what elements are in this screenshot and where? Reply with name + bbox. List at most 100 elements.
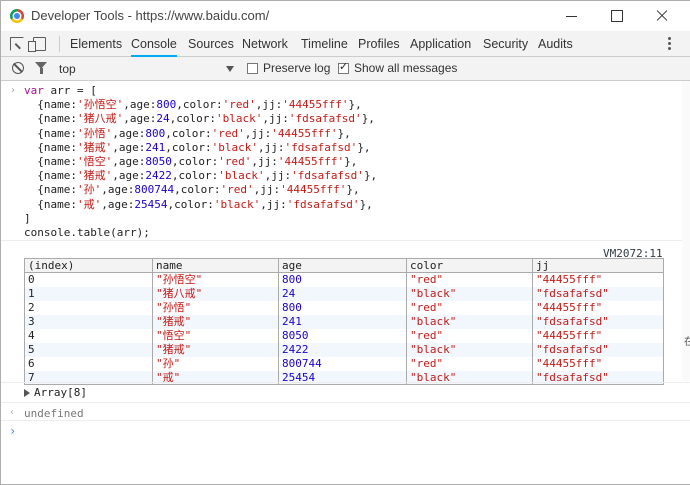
cell-name: "孙" <box>152 356 279 371</box>
tab-security[interactable]: Security <box>483 31 528 57</box>
code-line: {name:'猪戒',age:2422,color:'black',jj:'fd… <box>24 169 378 183</box>
device-toolbar-icon[interactable] <box>28 37 46 52</box>
cell-jj: "44455fff" <box>532 356 664 371</box>
result-value: undefined <box>24 407 84 420</box>
context-selector[interactable]: top <box>53 58 243 80</box>
cell-age: 800 <box>278 300 407 315</box>
code-line: {name:'孙悟',age:800,color:'red',jj:'44455… <box>24 126 351 140</box>
tab-application[interactable]: Application <box>410 31 471 57</box>
code-line: {name:'猪戒',age:241,color:'black',jj:'fds… <box>24 140 371 154</box>
table-row[interactable]: 2 "孙悟" 800 "red" "44455fff" <box>24 300 664 315</box>
column-header-name[interactable]: name <box>152 258 279 273</box>
cell-jj: "fdsafafsd" <box>532 314 664 329</box>
chrome-logo-icon <box>10 9 24 23</box>
toolbar-divider <box>59 36 60 52</box>
table-row[interactable]: 4 "悟空" 8050 "red" "44455fff" <box>24 328 664 343</box>
table-row[interactable]: 6 "孙" 800744 "red" "44455fff" <box>24 356 664 371</box>
clear-console-icon[interactable] <box>12 62 24 74</box>
minimize-button[interactable] <box>549 1 594 31</box>
table-row[interactable]: 3 "猪戒" 241 "black" "fdsafafsd" <box>24 314 664 329</box>
column-header-jj[interactable]: jj <box>532 258 664 273</box>
tab-profiles[interactable]: Profiles <box>358 31 400 57</box>
code-line: {name:'悟空',age:8050,color:'red',jj:'4445… <box>24 155 358 168</box>
cell-index: 1 <box>24 286 153 301</box>
window-title: Developer Tools - https://www.baidu.com/ <box>31 8 270 23</box>
devtools-window: Developer Tools - https://www.baidu.com/… <box>0 0 690 485</box>
message-divider <box>1 240 690 241</box>
cell-index: 5 <box>24 342 153 357</box>
message-divider <box>1 382 690 383</box>
console-prompt-icon[interactable]: › <box>9 424 16 438</box>
cell-jj: "fdsafafsd" <box>532 342 664 357</box>
cell-age: 241 <box>278 314 407 329</box>
message-divider <box>1 402 690 403</box>
cell-color: "black" <box>406 342 533 357</box>
cell-index: 4 <box>24 328 153 343</box>
cell-color: "black" <box>406 286 533 301</box>
table-row[interactable]: 1 "猪八戒" 24 "black" "fdsafafsd" <box>24 286 664 301</box>
chevron-down-icon <box>226 66 234 72</box>
title-bar: Developer Tools - https://www.baidu.com/ <box>1 1 690 31</box>
tab-timeline[interactable]: Timeline <box>301 31 348 57</box>
column-header-age[interactable]: age <box>278 258 407 273</box>
table-row[interactable]: 0 "孙悟空" 800 "red" "44455fff" <box>24 272 664 287</box>
table-row[interactable]: 5 "猪戒" 2422 "black" "fdsafafsd" <box>24 342 664 357</box>
tab-elements[interactable]: Elements <box>70 31 122 57</box>
cell-age: 800744 <box>278 356 407 371</box>
tab-console[interactable]: Console <box>131 31 177 57</box>
preserve-log-label: Preserve log <box>263 61 331 75</box>
code-line: {name:'孙',age:800744,color:'red',jj:'444… <box>24 183 360 197</box>
page-edge-glyph: 在 <box>684 337 690 348</box>
cell-jj: "44455fff" <box>532 300 664 315</box>
more-icon[interactable] <box>665 37 673 51</box>
cell-color: "red" <box>406 356 533 371</box>
expand-triangle-icon[interactable] <box>24 389 30 397</box>
console-output[interactable]: › var arr = [ {name:'孙悟空',age:800,color:… <box>1 81 690 485</box>
code-line: ] <box>24 211 31 225</box>
code-line: {name:'孙悟空',age:800,color:'red',jj:'4445… <box>24 98 362 112</box>
cell-index: 0 <box>24 272 153 287</box>
maximize-button[interactable] <box>594 1 639 31</box>
filter-icon[interactable] <box>35 62 47 74</box>
array-summary[interactable]: Array[8] <box>34 386 87 399</box>
cell-age: 24 <box>278 286 407 301</box>
cell-color: "red" <box>406 300 533 315</box>
cell-name: "猪八戒" <box>152 286 279 301</box>
tab-audits[interactable]: Audits <box>538 31 573 57</box>
cell-name: "悟空" <box>152 328 279 343</box>
column-header-color[interactable]: color <box>406 258 533 273</box>
cell-jj: "44455fff" <box>532 272 664 287</box>
cell-color: "red" <box>406 272 533 287</box>
show-all-messages-checkbox[interactable] <box>338 60 349 74</box>
panel-tab-bar: Elements Console Sources Network Timelin… <box>1 31 690 57</box>
input-echo-icon: › <box>10 85 17 96</box>
cell-jj: "fdsafafsd" <box>532 286 664 301</box>
cell-jj: "44455fff" <box>532 328 664 343</box>
tab-sources[interactable]: Sources <box>188 31 234 57</box>
cell-index: 3 <box>24 314 153 329</box>
cell-age: 8050 <box>278 328 407 343</box>
cell-name: "孙悟" <box>152 300 279 315</box>
code-line: var arr = [ <box>24 84 97 97</box>
code-line: {name:'戒',age:25454,color:'black',jj:'fd… <box>24 197 373 211</box>
column-header-index[interactable]: (index) <box>24 258 153 273</box>
console-table: (index) name age color jj 0 "孙悟空" 800 "red"… <box>24 258 664 385</box>
tab-network[interactable]: Network <box>242 31 288 57</box>
close-button[interactable] <box>639 1 684 31</box>
code-line: {name:'猪八戒',age:24,color:'black',jj:'fds… <box>24 112 375 126</box>
cell-index: 2 <box>24 300 153 315</box>
return-value-icon: ‹ <box>9 407 16 418</box>
context-value: top <box>59 62 76 76</box>
table-header-row: (index) name age color jj <box>24 258 664 273</box>
cell-color: "black" <box>406 314 533 329</box>
cell-color: "red" <box>406 328 533 343</box>
cell-age: 800 <box>278 272 407 287</box>
preserve-log-checkbox[interactable] <box>247 63 258 74</box>
cell-name: "孙悟空" <box>152 272 279 287</box>
code-line: console.table(arr); <box>24 226 150 239</box>
inspect-icon[interactable] <box>10 37 24 51</box>
console-toolbar: top Preserve log Show all messages <box>1 57 690 81</box>
cell-name: "猪戒" <box>152 342 279 357</box>
cell-name: "猪戒" <box>152 314 279 329</box>
cell-index: 6 <box>24 356 153 371</box>
